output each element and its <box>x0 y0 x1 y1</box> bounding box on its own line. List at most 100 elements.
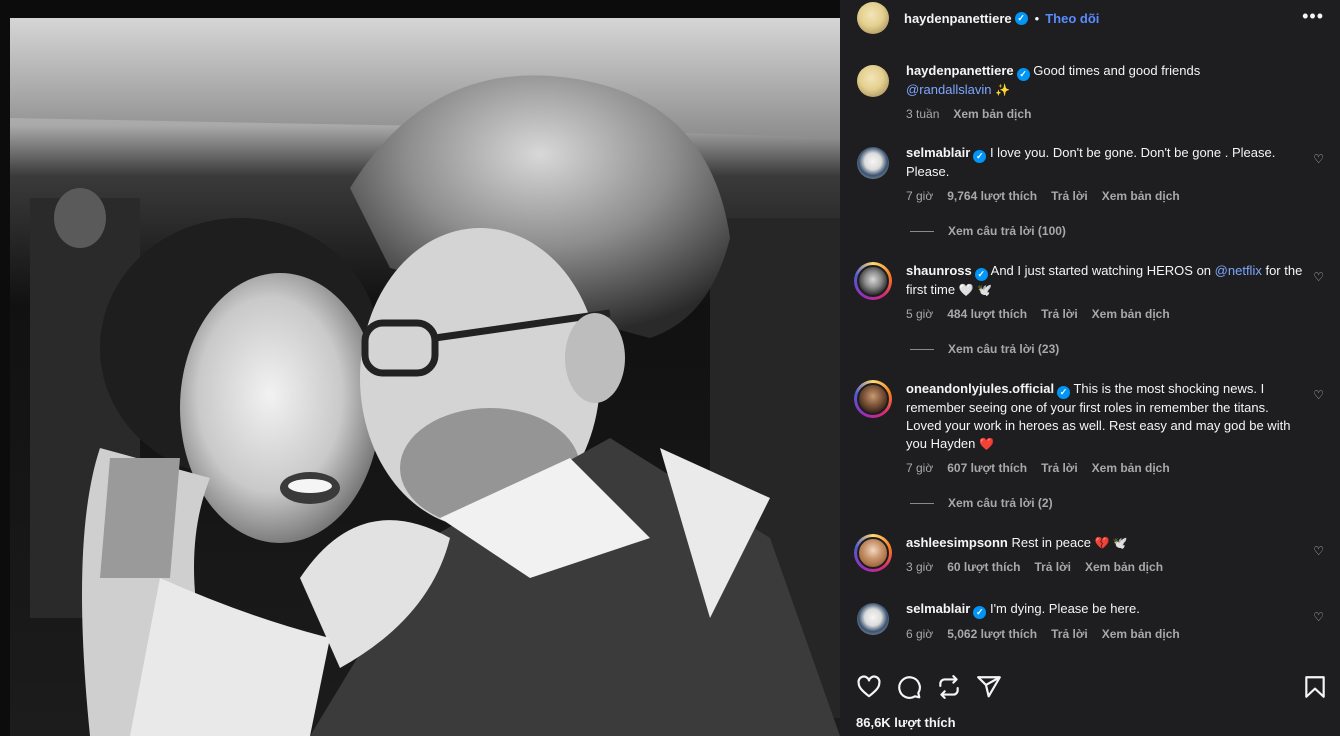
repost-icon[interactable] <box>936 674 962 700</box>
view-replies-button[interactable]: Xem câu trả lời (100) <box>910 224 1066 238</box>
post-action-bar <box>840 660 1340 712</box>
comment-username[interactable]: selmablair <box>906 601 970 616</box>
more-horizontal-icon[interactable]: ••• <box>1302 6 1324 27</box>
verified-badge-icon: ✓ <box>1016 67 1030 81</box>
view-replies-button[interactable]: Xem câu trả lời (23) <box>910 342 1059 356</box>
comment-likes[interactable]: 607 lượt thích <box>947 459 1027 477</box>
verified-badge-icon: ✓ <box>973 149 987 163</box>
comment-text: And I just started watching HEROS on <box>990 263 1212 278</box>
reply-button[interactable]: Trả lời <box>1041 459 1078 477</box>
comment-username[interactable]: shaunross <box>906 263 972 278</box>
comment-username[interactable]: oneandonlyjules.official <box>906 381 1054 396</box>
translate-link[interactable]: Xem bản dịch <box>1092 305 1170 323</box>
small-heart-icon[interactable]: ♡ <box>1313 270 1324 284</box>
comment-time[interactable]: 5 giờ <box>906 305 933 323</box>
comment-meta: 7 giờ 607 lượt thích Trả lời Xem bản dịc… <box>906 459 1306 477</box>
comment-item: oneandonlyjules.official ✓ This is the mo… <box>854 380 1326 477</box>
comment-body: ashleesimpsonn Rest in peace 💔 🕊️ 3 giờ … <box>906 534 1306 576</box>
caption-meta: 3 tuần Xem bản dịch <box>906 105 1306 123</box>
comment-time[interactable]: 6 giờ <box>906 625 933 643</box>
comment-time[interactable]: 3 giờ <box>906 558 933 576</box>
post-caption: haydenpanettiere ✓ Good times and good fr… <box>854 62 1326 123</box>
verified-badge-icon: ✓ <box>1014 11 1028 25</box>
translate-link[interactable]: Xem bản dịch <box>1102 187 1180 205</box>
comment-body: selmablair ✓ I love you. Don't be gone. D… <box>906 144 1306 205</box>
comment-likes[interactable]: 484 lượt thích <box>947 305 1027 323</box>
avatar <box>857 603 889 635</box>
comment-username[interactable]: selmablair <box>906 145 970 160</box>
comment-avatar-wrap[interactable] <box>854 144 892 182</box>
avatar <box>857 265 889 297</box>
translate-link[interactable]: Xem bản dịch <box>1092 459 1170 477</box>
reply-button[interactable]: Trả lời <box>1034 558 1071 576</box>
comment-item: selmablair ✓ I love you. Don't be gone. D… <box>854 144 1326 205</box>
view-replies-label: Xem câu trả lời (23) <box>948 342 1060 356</box>
reply-button[interactable]: Trả lời <box>1051 625 1088 643</box>
comment-body: shaunross ✓ And I just started watching H… <box>906 262 1306 323</box>
comment-username[interactable]: ashleesimpsonn <box>906 535 1008 550</box>
caption-avatar-wrap[interactable] <box>854 62 892 100</box>
avatar <box>857 537 889 569</box>
avatar <box>857 2 889 34</box>
heart-icon[interactable] <box>856 674 882 700</box>
verified-badge-icon: ✓ <box>1057 385 1071 399</box>
caption-mention[interactable]: @randallslavin <box>906 82 991 97</box>
follow-button[interactable]: Theo dõi <box>1045 11 1099 26</box>
caption-time[interactable]: 3 tuần <box>906 105 939 123</box>
small-heart-icon[interactable]: ♡ <box>1313 388 1324 402</box>
post-photo-area <box>0 0 840 736</box>
avatar <box>857 383 889 415</box>
comment-avatar-story-ring[interactable] <box>854 262 892 300</box>
comment-mention[interactable]: @netflix <box>1215 263 1262 278</box>
comment-text: Rest in peace <box>1011 535 1092 550</box>
caption-translate-link[interactable]: Xem bản dịch <box>953 105 1031 123</box>
post-photo[interactable] <box>10 18 840 736</box>
avatar <box>857 147 889 179</box>
comment-avatar-story-ring[interactable] <box>854 380 892 418</box>
comment-avatar-wrap[interactable] <box>854 600 892 638</box>
reply-button[interactable]: Trả lời <box>1051 187 1088 205</box>
sparkles-emoji: ✨ <box>995 82 1011 97</box>
caption-username[interactable]: haydenpanettiere <box>906 63 1014 78</box>
small-heart-icon[interactable]: ♡ <box>1313 610 1324 624</box>
verified-badge-icon: ✓ <box>973 605 987 619</box>
comment-likes[interactable]: 9,764 lượt thích <box>947 187 1037 205</box>
comment-body: selmablair ✓ I'm dying. Please be here. 6… <box>906 600 1306 643</box>
comment-icon[interactable] <box>896 674 922 700</box>
verified-badge-icon: ✓ <box>974 267 988 281</box>
comment-emoji: 🤍 🕊️ <box>958 282 992 297</box>
likes-count[interactable]: 86,6K lượt thích <box>856 715 956 730</box>
comment-item: ashleesimpsonn Rest in peace 💔 🕊️ 3 giờ … <box>854 534 1326 576</box>
small-heart-icon[interactable]: ♡ <box>1313 544 1324 558</box>
reply-button[interactable]: Trả lời <box>1041 305 1078 323</box>
comment-likes[interactable]: 60 lượt thích <box>947 558 1020 576</box>
author-avatar-wrap[interactable] <box>854 0 892 37</box>
bookmark-icon[interactable] <box>1302 674 1328 700</box>
caption-text: Good times and good friends <box>1033 63 1201 78</box>
comment-meta: 7 giờ 9,764 lượt thích Trả lời Xem bản d… <box>906 187 1306 205</box>
translate-link[interactable]: Xem bản dịch <box>1085 558 1163 576</box>
comment-time[interactable]: 7 giờ <box>906 187 933 205</box>
share-icon[interactable] <box>976 674 1002 700</box>
caption-body: haydenpanettiere ✓ Good times and good fr… <box>906 62 1306 123</box>
comment-meta: 5 giờ 484 lượt thích Trả lời Xem bản dịc… <box>906 305 1306 323</box>
comment-body: oneandonlyjules.official ✓ This is the mo… <box>906 380 1306 477</box>
comment-likes[interactable]: 5,062 lượt thích <box>947 625 1037 643</box>
comment-emoji: 💔 🕊️ <box>1094 536 1128 550</box>
comment-meta: 3 giờ 60 lượt thích Trả lời Xem bản dịch <box>906 558 1306 576</box>
comment-avatar-story-ring[interactable] <box>854 534 892 572</box>
replies-divider <box>910 348 934 350</box>
comment-emoji: ❤️ <box>979 436 994 451</box>
translate-link[interactable]: Xem bản dịch <box>1102 625 1180 643</box>
comment-meta: 6 giờ 5,062 lượt thích Trả lời Xem bản d… <box>906 625 1306 643</box>
view-replies-button[interactable]: Xem câu trả lời (2) <box>910 496 1053 510</box>
comment-time[interactable]: 7 giờ <box>906 459 933 477</box>
author-username[interactable]: haydenpanettiere <box>904 11 1012 26</box>
comment-text: I'm dying. Please be here. <box>989 601 1140 616</box>
view-replies-label: Xem câu trả lời (2) <box>948 496 1053 510</box>
replies-divider <box>910 230 934 232</box>
replies-divider <box>910 502 934 504</box>
small-heart-icon[interactable]: ♡ <box>1313 152 1324 166</box>
avatar <box>857 65 889 97</box>
post-side-panel: haydenpanettiere ✓ • Theo dõi ••• hayden… <box>840 0 1340 736</box>
